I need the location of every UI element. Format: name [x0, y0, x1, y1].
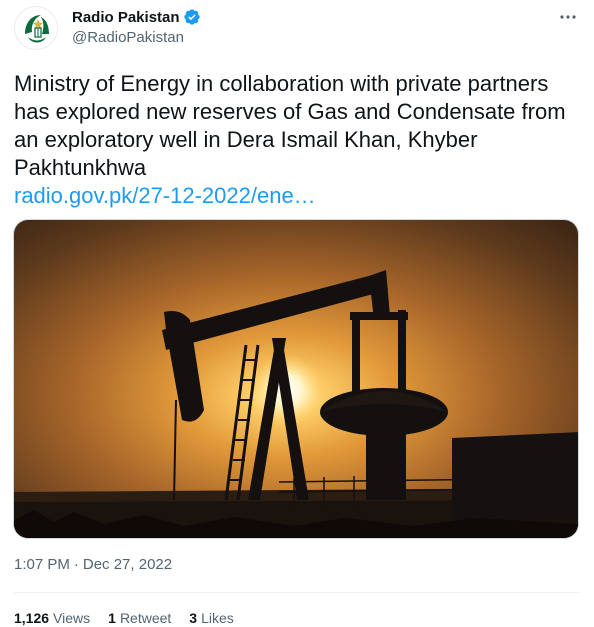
more-options-button[interactable]: [556, 5, 580, 29]
tweet-body: Ministry of Energy in collaboration with…: [14, 71, 566, 180]
oil-pumpjack-sunset-image: [14, 220, 578, 538]
retweets-label: Retweet: [119, 610, 172, 626]
tweet-time: 1:07 PM: [14, 556, 70, 573]
timestamp-separator: ·: [73, 556, 79, 573]
verified-badge-icon: [183, 9, 200, 25]
tweet-stats: 1,126 Views 1 Retweet 3 Likes: [14, 610, 234, 626]
retweets-count: 1: [108, 610, 116, 626]
views-stat[interactable]: 1,126 Views: [14, 610, 90, 626]
tweet-date: Dec 27, 2022: [82, 556, 173, 573]
likes-label: Likes: [201, 610, 234, 626]
likes-stat[interactable]: 3 Likes: [189, 610, 233, 626]
tweet: Radio Pakistan @RadioPakistan Ministry o…: [0, 0, 594, 627]
avatar[interactable]: [14, 6, 58, 50]
author-name-row[interactable]: Radio Pakistan: [72, 8, 201, 26]
author-handle[interactable]: @RadioPakistan: [72, 29, 184, 46]
views-label: Views: [53, 610, 91, 626]
tweet-text: Ministry of Energy in collaboration with…: [14, 70, 580, 210]
divider: [14, 592, 580, 593]
tweet-link[interactable]: radio.gov.pk/27-12-2022/ene…: [14, 182, 580, 210]
radio-pakistan-logo-icon: [16, 8, 57, 49]
author-display-name[interactable]: Radio Pakistan: [72, 9, 180, 26]
views-count: 1,126: [14, 610, 50, 626]
more-dots-icon: [560, 15, 576, 19]
tweet-timestamp[interactable]: 1:07 PM · Dec 27, 2022: [14, 556, 172, 573]
tweet-media[interactable]: [13, 219, 579, 539]
retweets-stat[interactable]: 1 Retweet: [108, 610, 171, 626]
likes-count: 3: [189, 610, 198, 626]
